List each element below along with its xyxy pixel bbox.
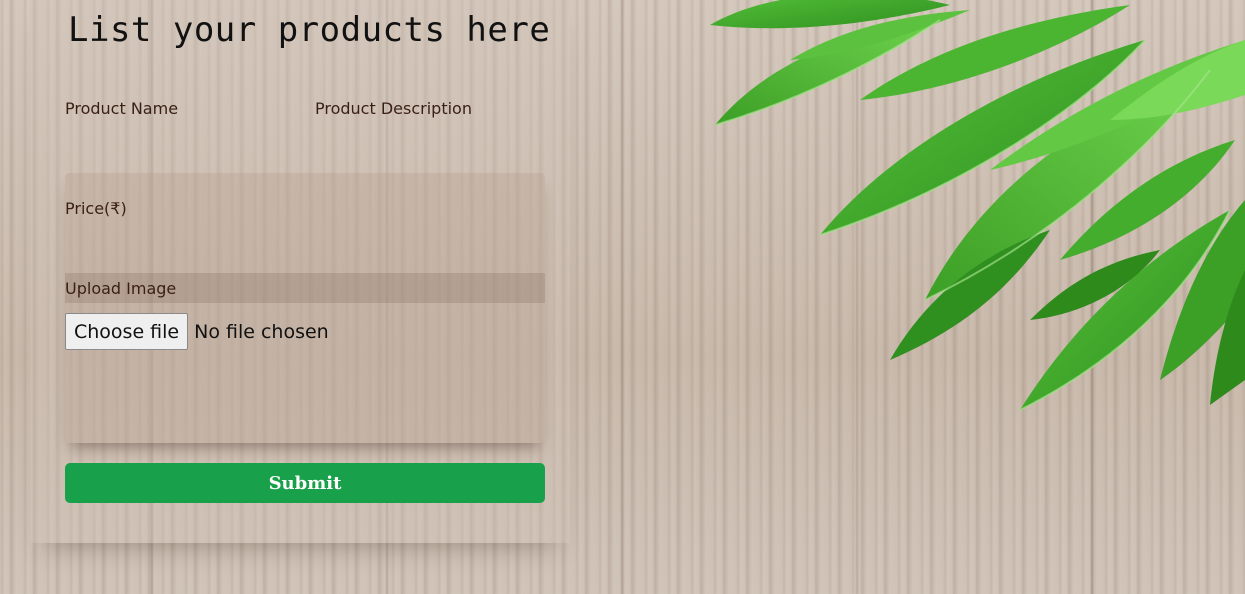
price-label: Price(₹) xyxy=(65,199,127,218)
upload-image-label: Upload Image xyxy=(65,279,177,298)
file-upload-control: Choose file No file chosen xyxy=(65,313,329,350)
product-description-label: Product Description xyxy=(315,99,472,118)
product-name-label: Product Name xyxy=(65,99,179,118)
leaf-group xyxy=(710,0,1245,410)
product-name-field[interactable] xyxy=(65,124,305,172)
submit-button[interactable]: Submit xyxy=(65,463,545,503)
product-description-field[interactable] xyxy=(65,173,545,443)
file-status-text: No file chosen xyxy=(194,320,329,343)
choose-file-button[interactable]: Choose file xyxy=(65,313,189,350)
page-title: List your products here xyxy=(68,10,551,50)
leaves-illustration xyxy=(710,0,1245,411)
price-field[interactable] xyxy=(65,224,285,272)
